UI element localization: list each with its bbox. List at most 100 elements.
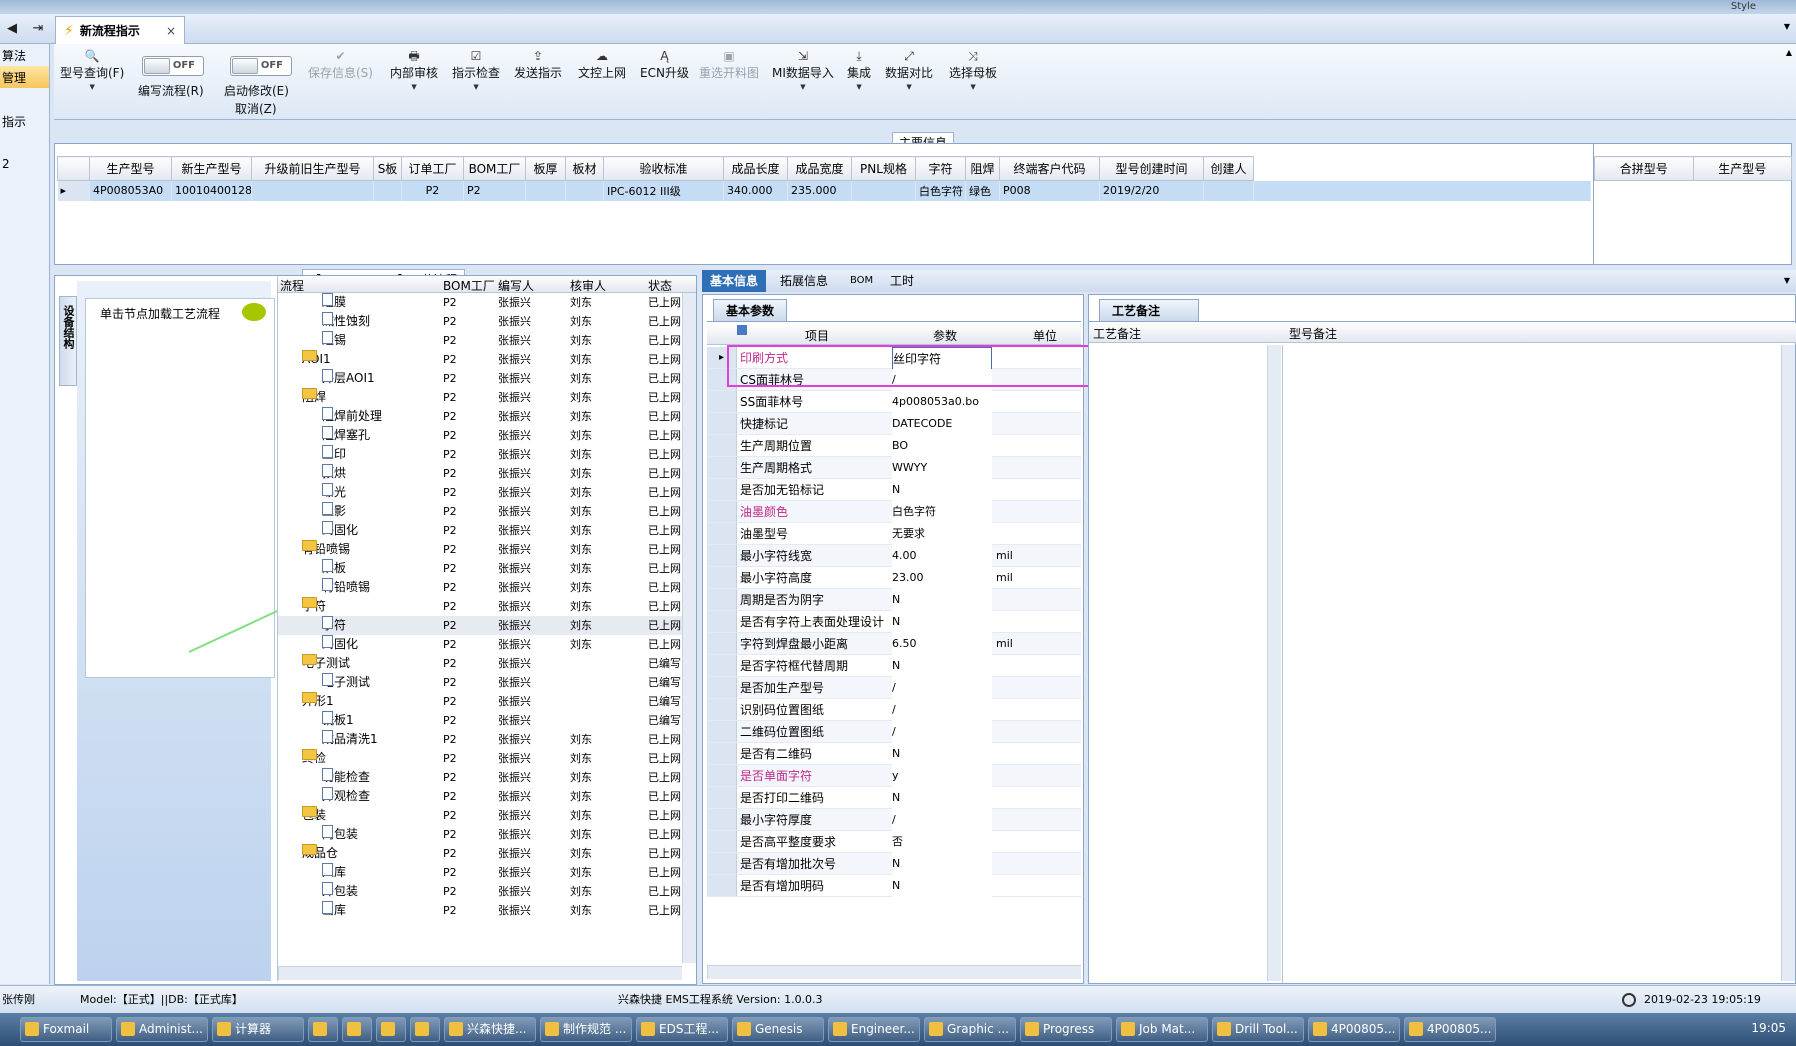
param-value[interactable]: WWYY	[892, 457, 992, 479]
chevron-down-icon[interactable]: ▼	[847, 83, 871, 91]
param-value[interactable]: N	[892, 743, 992, 765]
taskbar-item[interactable]: Graphic ...	[924, 1017, 1016, 1042]
column-header[interactable]: 工艺备注	[1093, 325, 1141, 342]
table-cell[interactable]: 340.000	[723, 180, 788, 201]
tree-node[interactable]: 外层AOI1	[322, 369, 375, 388]
tree-node[interactable]: 出库	[322, 901, 346, 920]
param-row[interactable]: 是否打印二维码 N	[707, 787, 1081, 809]
param-value[interactable]: BO	[892, 435, 992, 457]
table-cell[interactable]: 白色字符	[915, 180, 966, 201]
column-header[interactable]: BOM工厂	[443, 277, 495, 294]
column-header[interactable]: 生产型号	[89, 156, 172, 181]
param-value[interactable]: /	[892, 699, 992, 721]
table-cell[interactable]: IPC-6012 III级	[603, 180, 724, 201]
tab-basic-params[interactable]: 基本参数	[713, 299, 788, 321]
tree-node[interactable]: 外观检查	[322, 787, 370, 806]
tree-row[interactable]: 烘板 P2 张振兴 刘东 已上网	[278, 559, 682, 578]
param-row[interactable]: 识别码位置图纸 /	[707, 699, 1081, 721]
tree-row[interactable]: 电子测试 P2 张振兴 已编写	[278, 673, 682, 692]
table-cell[interactable]: 10010400128428	[171, 180, 252, 201]
tree-node[interactable]: 退膜	[322, 293, 346, 312]
ecn-upgrade-button[interactable]: Ą ECN升级	[640, 48, 689, 81]
param-value[interactable]: N	[892, 655, 992, 677]
table-cell[interactable]: 4P008053A0	[89, 180, 172, 201]
tree-row[interactable]: 功能检查 P2 张振兴 刘东 已上网	[278, 768, 682, 787]
column-header[interactable]: 单位	[1033, 327, 1057, 344]
param-value[interactable]: N	[892, 479, 992, 501]
tree-node[interactable]: 烘板	[322, 559, 346, 578]
table-cell[interactable]: P2	[401, 180, 464, 201]
column-header[interactable]: 核审人	[570, 277, 606, 294]
horizontal-scrollbar[interactable]	[707, 965, 1081, 979]
param-row[interactable]: 油墨颜色 白色字符	[707, 501, 1081, 523]
tree-node[interactable]: 预烘	[322, 464, 346, 483]
column-header[interactable]: 状态	[648, 277, 672, 294]
param-row[interactable]: SS面菲林号 4p008053a0.bo	[707, 391, 1081, 413]
style-menu[interactable]: Style	[1731, 1, 1756, 12]
table-cell[interactable]	[565, 180, 604, 201]
param-row[interactable]: 是否加无铅标记 N	[707, 479, 1081, 501]
tree-row[interactable]: 预烘 P2 张振兴 刘东 已上网	[278, 464, 682, 483]
param-row[interactable]: 是否有字符上表面处理设计 N	[707, 611, 1081, 633]
column-header[interactable]: BOM工厂	[463, 156, 526, 181]
left-nav-item[interactable]: 算法	[0, 44, 49, 66]
column-header[interactable]: 阻焊	[965, 156, 1000, 181]
chevron-down-icon[interactable]: ▼	[452, 83, 500, 91]
side-tab-equipment[interactable]: 设备结构	[59, 296, 77, 386]
param-row[interactable]: 最小字符厚度 /	[707, 809, 1081, 831]
integrate-button[interactable]: ⤓ 集成 ▼	[847, 48, 871, 91]
tree-node[interactable]: 碱性蚀刻	[322, 312, 370, 331]
taskbar-item[interactable]	[376, 1017, 406, 1042]
tab-new-process[interactable]: ⚡ 新流程指示 ×	[55, 16, 185, 44]
tree-node[interactable]: −外形1	[302, 692, 334, 711]
model-query-button[interactable]: 🔍 型号查询(F) ▼	[60, 48, 124, 91]
tree-row[interactable]: 退锡 P2 张振兴 刘东 已上网	[278, 331, 682, 350]
param-value[interactable]: N	[892, 853, 992, 875]
column-header[interactable]: 生产型号	[1692, 156, 1792, 181]
param-row[interactable]: 是否有增加批次号 N	[707, 853, 1081, 875]
table-row[interactable]: ▸ 4P008053A0 10010400128428 P2 P2 IPC-60…	[57, 180, 1591, 201]
table-cell[interactable]: 235.000	[787, 180, 852, 201]
instruction-check-button[interactable]: ☑ 指示检查 ▼	[452, 48, 500, 91]
tab-bom[interactable]: BOM	[842, 270, 881, 292]
column-header[interactable]: 型号备注	[1289, 325, 1337, 342]
param-row[interactable]: 是否单面字符 y	[707, 765, 1081, 787]
chevron-down-icon[interactable]: ▼	[390, 83, 438, 91]
tree-row[interactable]: −外形1 P2 张振兴 已编写	[278, 692, 682, 711]
column-header[interactable]: 项目	[805, 327, 829, 344]
select-mother-board-button[interactable]: ⤨ 选择母板 ▼	[949, 48, 997, 91]
horizontal-scrollbar[interactable]	[278, 966, 682, 980]
param-value[interactable]: 无要求	[892, 523, 992, 545]
tree-row[interactable]: 显影 P2 张振兴 刘东 已上网	[278, 502, 682, 521]
process-notes-text[interactable]	[1089, 345, 1283, 983]
internal-review-button[interactable]: 🖶 内部审核 ▼	[390, 48, 438, 91]
start-modify-toggle[interactable]: OFF	[230, 56, 292, 76]
mi-data-import-button[interactable]: ⇲ MI数据导入 ▼	[772, 48, 834, 91]
tree-node[interactable]: −AOI1	[302, 350, 331, 369]
param-value[interactable]: DATECODE	[892, 413, 992, 435]
tree-row[interactable]: 碱性蚀刻 P2 张振兴 刘东 已上网	[278, 312, 682, 331]
tree-node[interactable]: 入库	[322, 863, 346, 882]
param-value[interactable]: N	[892, 787, 992, 809]
column-header[interactable]: 合拼型号	[1594, 156, 1694, 181]
left-nav-item[interactable]	[0, 132, 49, 154]
table-cell[interactable]	[251, 180, 374, 201]
tree-row[interactable]: 字符 P2 张振兴 刘东 已上网	[278, 616, 682, 635]
close-tab-icon[interactable]: ×	[166, 24, 176, 38]
param-row[interactable]: 周期是否为阴字 N	[707, 589, 1081, 611]
column-header[interactable]: 升级前旧生产型号	[251, 156, 374, 181]
param-value[interactable]: /	[892, 677, 992, 699]
table-cell[interactable]: 2019/2/20	[1099, 180, 1204, 201]
tree-row[interactable]: 终固化 P2 张振兴 刘东 已上网	[278, 635, 682, 654]
tab-extended-info[interactable]: 拓展信息	[772, 270, 836, 292]
taskbar-item[interactable]: Foxmail	[20, 1017, 112, 1042]
tree-node[interactable]: 丝印	[322, 445, 346, 464]
param-row[interactable]: 生产周期位置 BO	[707, 435, 1081, 457]
vertical-scrollbar[interactable]	[682, 293, 696, 963]
tree-node[interactable]: 退锡	[322, 331, 346, 350]
tree-row[interactable]: 外观检查 P2 张振兴 刘东 已上网	[278, 787, 682, 806]
tree-node[interactable]: −终检	[302, 749, 326, 768]
nav-pin-icon[interactable]: ⇥	[26, 16, 50, 42]
taskbar-item[interactable]: 兴森快捷...	[444, 1017, 536, 1042]
tree-row[interactable]: 成品清洗1 P2 张振兴 刘东 已上网	[278, 730, 682, 749]
